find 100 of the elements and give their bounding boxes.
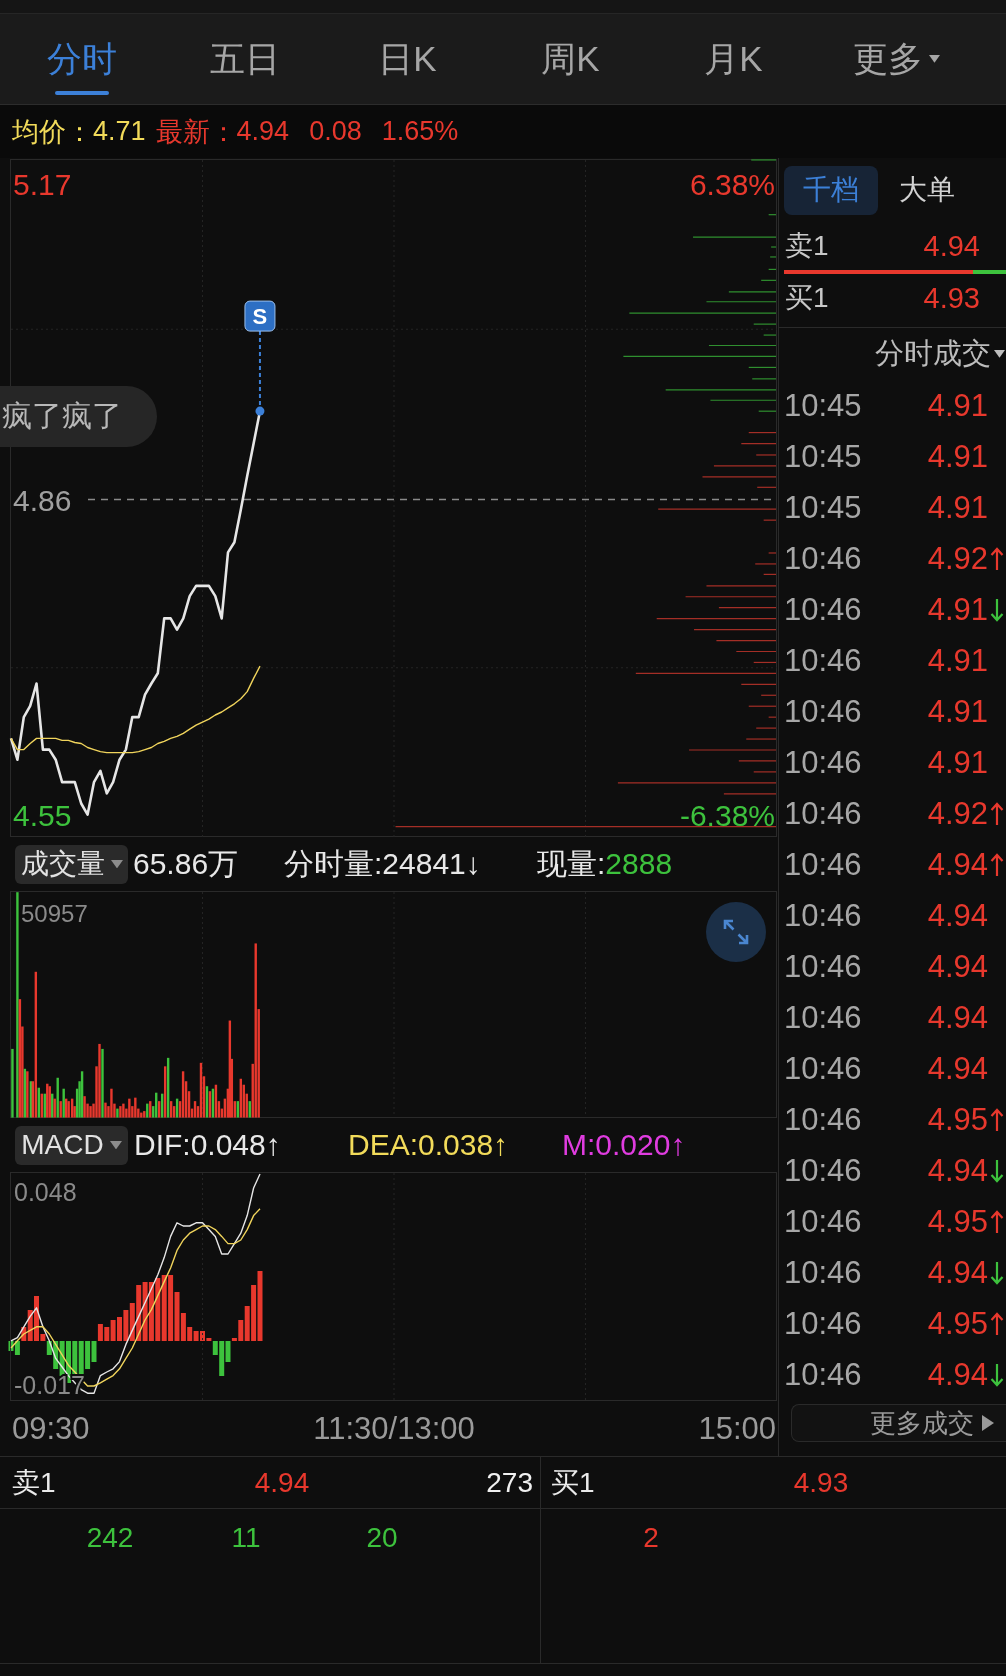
trade-time: 10:46 bbox=[784, 1305, 863, 1342]
order-quantity: 11 bbox=[231, 1522, 261, 1554]
current-volume-label: 现量: bbox=[537, 845, 606, 882]
order-price: 4.94 bbox=[254, 1466, 310, 1499]
trade-price: 4.91 bbox=[927, 591, 988, 628]
average-price: 4.71 bbox=[93, 116, 146, 147]
caret-down-icon bbox=[109, 1140, 122, 1150]
signal-badge[interactable]: S bbox=[244, 300, 276, 332]
comment-bubble: 疯了疯了 bbox=[0, 386, 157, 447]
trade-time: 10:46 bbox=[784, 999, 863, 1036]
trade-time: 10:45 bbox=[784, 387, 863, 424]
trade-price: 4.91 bbox=[927, 489, 988, 526]
trade-price: 4.91 bbox=[927, 744, 988, 781]
trade-price: 4.92 bbox=[927, 540, 988, 577]
macd-axis-label: 0.048 bbox=[14, 1177, 77, 1206]
trade-time: 10:46 bbox=[784, 897, 863, 934]
volume-bar bbox=[11, 1048, 14, 1118]
volume-profile-bar bbox=[735, 650, 777, 653]
tab[interactable]: 日K bbox=[326, 14, 489, 104]
m-value: M:0.020↑ bbox=[562, 1128, 686, 1162]
trade-time: 10:46 bbox=[784, 948, 863, 985]
time-axis-label: 09:30 bbox=[12, 1410, 90, 1447]
bid-price: 4.93 bbox=[923, 281, 980, 315]
tab[interactable]: 五日 bbox=[163, 14, 326, 104]
expand-button[interactable] bbox=[706, 902, 766, 962]
trade-price: 4.94 bbox=[927, 948, 988, 985]
trade-time: 10:46 bbox=[784, 693, 863, 730]
trade-time: 10:46 bbox=[784, 591, 863, 628]
latest-price-label: 最新： bbox=[155, 115, 237, 149]
panel-tab[interactable]: 大单 bbox=[899, 165, 955, 215]
indicator-dropdown[interactable]: 成交量 bbox=[15, 844, 128, 884]
volume-profile-bar bbox=[753, 661, 777, 664]
trade-time: 10:45 bbox=[784, 489, 863, 526]
trade-price: 4.95 bbox=[927, 1203, 988, 1240]
tab[interactable]: 月K bbox=[652, 14, 815, 104]
panel-tab[interactable]: 千档 bbox=[784, 165, 878, 215]
order-price: 4.93 bbox=[793, 1466, 849, 1499]
ask-price: 4.94 bbox=[923, 229, 980, 263]
volume-max-label: 50957 bbox=[21, 900, 88, 927]
order-quantity: 2 bbox=[643, 1522, 659, 1554]
order-side-label: 卖1 bbox=[12, 1465, 56, 1500]
caret-down-icon bbox=[110, 859, 123, 869]
trade-price: 4.91 bbox=[927, 438, 988, 475]
volume-profile-bar bbox=[740, 442, 777, 445]
trade-price: 4.94 bbox=[927, 897, 988, 934]
trade-time: 10:45 bbox=[784, 438, 863, 475]
price-axis-label: 4.55 bbox=[13, 798, 72, 832]
trade-price: 4.91 bbox=[927, 693, 988, 730]
indicator-dropdown[interactable]: MACD bbox=[15, 1125, 128, 1165]
price-axis-label: 4.86 bbox=[13, 483, 72, 517]
volume-profile-bar bbox=[708, 344, 777, 347]
trade-price: 4.94 bbox=[927, 1050, 988, 1087]
trade-time: 10:46 bbox=[784, 1152, 863, 1189]
trade-time: 10:46 bbox=[784, 1356, 863, 1393]
trade-time: 10:46 bbox=[784, 642, 863, 679]
trade-price: 4.95 bbox=[927, 1101, 988, 1138]
price-change-percent: 1.65% bbox=[381, 116, 459, 147]
trade-time: 10:46 bbox=[784, 1254, 863, 1291]
order-quantity: 20 bbox=[366, 1522, 398, 1554]
trade-time: 10:46 bbox=[784, 1050, 863, 1087]
more-trades-button[interactable]: 更多成交 bbox=[791, 1404, 1006, 1442]
time-axis-label: 11:30/13:00 bbox=[313, 1410, 475, 1447]
trade-time: 10:46 bbox=[784, 540, 863, 577]
trade-time: 10:46 bbox=[784, 1101, 863, 1138]
trade-time: 10:46 bbox=[784, 846, 863, 883]
price-axis-label: 5.17 bbox=[13, 168, 72, 202]
percent-axis-label: -6.38% bbox=[679, 798, 775, 832]
trade-price: 4.94 bbox=[927, 1152, 988, 1189]
order-side-label: 买1 bbox=[551, 1465, 595, 1500]
trade-price: 4.91 bbox=[927, 387, 988, 424]
trade-time: 10:46 bbox=[784, 795, 863, 832]
trade-time: 10:46 bbox=[784, 744, 863, 781]
tab[interactable]: 分时 bbox=[0, 14, 163, 104]
trade-price: 4.94 bbox=[927, 1254, 988, 1291]
trade-price: 4.94 bbox=[927, 1356, 988, 1393]
expand-icon bbox=[721, 917, 751, 947]
percent-axis-label: 6.38% bbox=[689, 168, 775, 202]
trades-dropdown[interactable]: 分时成交 bbox=[875, 334, 1005, 374]
minute-volume: 分时量:24841↓ bbox=[284, 845, 481, 882]
order-quantity: 242 bbox=[86, 1522, 134, 1554]
trade-price: 4.91 bbox=[927, 642, 988, 679]
tab[interactable]: 更多 bbox=[815, 14, 978, 104]
latest-price: 4.94 bbox=[236, 116, 290, 147]
bid-label: 买1 bbox=[785, 281, 829, 315]
trade-price: 4.92 bbox=[927, 795, 988, 832]
order-volume: 273 bbox=[486, 1466, 533, 1499]
ask-label: 卖1 bbox=[785, 229, 829, 263]
caret-down-icon bbox=[994, 350, 1005, 358]
volume-total: 65.86万 bbox=[133, 845, 239, 882]
trade-time: 10:46 bbox=[784, 1203, 863, 1240]
dif-value: DIF:0.048↑ bbox=[134, 1128, 281, 1162]
caret-right-icon bbox=[982, 1415, 994, 1431]
tab[interactable]: 周K bbox=[489, 14, 652, 104]
dea-value: DEA:0.038↑ bbox=[348, 1128, 509, 1162]
time-axis-label: 15:00 bbox=[698, 1410, 776, 1447]
average-price-label: 均价： bbox=[12, 115, 93, 149]
trade-price: 4.95 bbox=[927, 1305, 988, 1342]
price-change: 0.08 bbox=[309, 116, 362, 147]
volume-profile-bar bbox=[715, 639, 777, 642]
trade-price: 4.94 bbox=[927, 999, 988, 1036]
